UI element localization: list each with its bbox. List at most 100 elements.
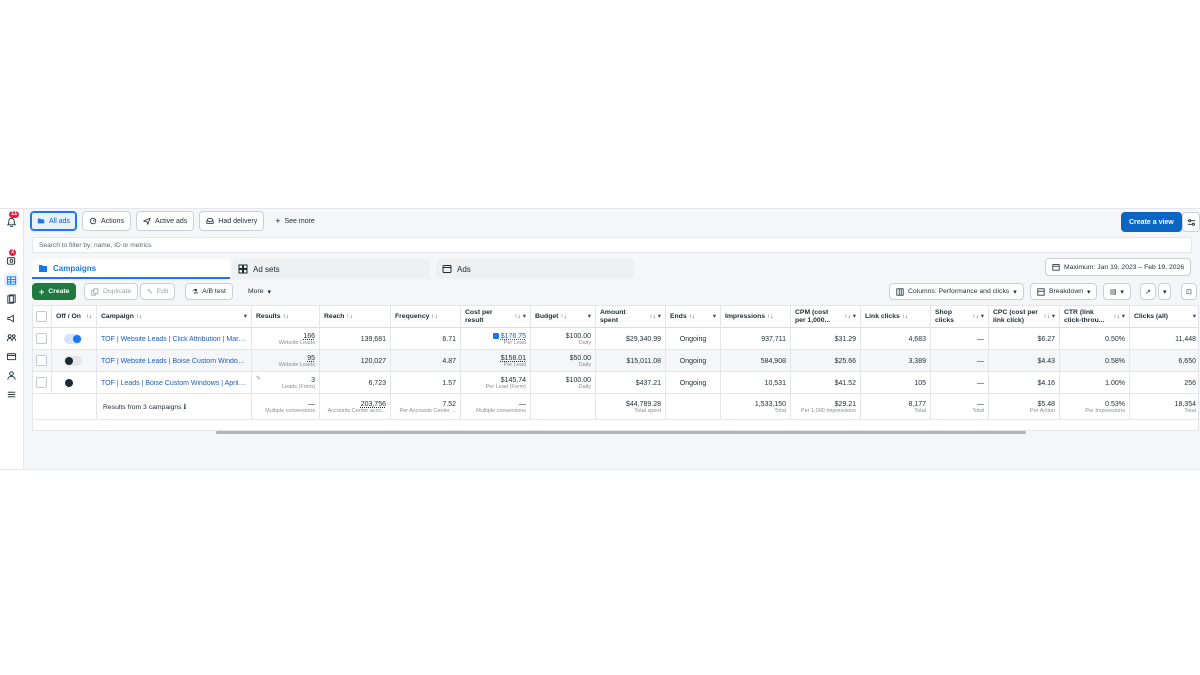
header-campaign[interactable]: Campaign ↑↓ ▾ [97,306,252,328]
row-checkbox[interactable] [36,333,47,344]
account-alerts-icon[interactable]: 2 [4,249,18,267]
edit-pencil-icon[interactable]: ✎ [256,375,261,382]
reports-dropdown[interactable]: ▤ ▾ [1103,283,1131,300]
campaign-toggle[interactable] [64,378,82,388]
sort-icon[interactable]: ↑↓ [560,313,567,320]
header-frequency[interactable]: Frequency ↑↓ [391,306,461,328]
sort-icon[interactable]: ↑↓ ▾ [844,313,856,321]
edit-button[interactable]: ✎ Edit [140,283,176,300]
cpr-value[interactable]: $176.75 [501,333,526,340]
sort-icon[interactable]: ↑↓ ▾ [1043,313,1055,321]
table-row[interactable]: TOF | Website Leads | Click Attribution … [33,328,1198,350]
chevron-down-icon[interactable]: ▾ [244,313,247,321]
header-clicks-all[interactable]: Clicks (all) ▾ [1130,306,1198,328]
sort-icon[interactable]: ↑↓ ▾ [649,313,661,321]
table-row[interactable]: TOF | Leads | Boise Custom Windows | Apr… [33,372,1198,394]
notifications-icon[interactable]: 11 [4,211,20,229]
row-checkbox[interactable] [36,355,47,366]
row-checkbox[interactable] [36,377,47,388]
ab-test-button[interactable]: ⚗ A/B test [185,283,233,300]
header-amount-spent[interactable]: Amount spent ↑↓ ▾ [596,306,666,328]
horizontal-scrollbar[interactable] [216,431,1026,434]
duplicate-button[interactable]: Duplicate [84,283,139,300]
create-button[interactable]: + Create [32,283,77,300]
header-cpc[interactable]: CPC (cost per link click) ↑↓ ▾ [989,306,1060,328]
row-select-cell [33,372,52,394]
filter-settings-button[interactable] [1182,212,1200,232]
billing-card-icon[interactable] [4,349,18,363]
header-cost-per-result[interactable]: Cost per result ↑↓ ▾ [461,306,531,328]
sort-icon[interactable]: ↑↓ [431,313,438,320]
header-results[interactable]: Results ↑↓ [252,306,320,328]
search-filter-input[interactable]: Search to filter by: name, ID or metrics [32,237,1192,253]
actions-chip[interactable]: Actions [82,211,131,231]
campaign-name-link[interactable]: TOF | Leads | Boise Custom Windows | Apr… [101,380,247,387]
totals-budget-cell [531,394,596,420]
header-off-on[interactable]: Off / On ↑↓ [52,306,97,328]
columns-dropdown[interactable]: Columns: Performance and clicks ▾ [889,283,1024,300]
campaign-name-link[interactable]: TOF | Website Leads | Click Attribution … [101,336,247,343]
tab-ads[interactable]: Ads [436,259,634,279]
date-range-picker[interactable]: Maximum: Jan 19, 2023 – Feb 19, 2026 [1045,258,1192,276]
more-button[interactable]: More ▾ [242,283,277,300]
menu-icon[interactable] [4,387,18,401]
header-budget[interactable]: Budget ↑↓ ▾ [531,306,596,328]
results-value: 166 [303,332,315,340]
header-reach[interactable]: Reach ↑↓ [320,306,391,328]
audiences-icon[interactable] [4,330,18,344]
pages-icon[interactable] [4,292,18,306]
breakdown-dropdown[interactable]: Breakdown ▾ [1030,283,1098,300]
header-ctr[interactable]: CTR (link click-throu... ↑↓ ▾ [1060,306,1130,328]
sort-icon[interactable]: ↑↓ [86,313,93,321]
sort-icon[interactable]: ↑↓ [689,313,696,320]
had-delivery-chip[interactable]: Had delivery [199,211,265,231]
see-more-button[interactable]: + See more [269,211,321,231]
sort-icon[interactable]: ↑↓ [282,313,289,320]
header-cpm[interactable]: CPM (cost per 1,000... ↑↓ ▾ [791,306,861,328]
chevron-down-icon[interactable]: ▾ [713,313,716,321]
chart-toggle-button[interactable]: ⊡ [1181,283,1197,300]
active-ads-chip[interactable]: Active ads [135,211,195,231]
spent-value: $437.21 [635,379,661,387]
header-shop-clicks[interactable]: Shop clicks ↑↓ ▾ [931,306,989,328]
campaign-name-cell: TOF | Website Leads | Boise Custom Windo… [97,350,252,372]
campaign-toggle[interactable] [64,356,82,366]
info-icon[interactable]: ℹ [183,404,186,411]
linkclicks-value: 3,389 [908,357,926,365]
chevron-down-icon[interactable]: ▾ [1193,313,1196,321]
campaign-name-link[interactable]: TOF | Website Leads | Boise Custom Windo… [101,358,247,365]
results-cell: 95 Website Leads [252,350,320,372]
chevron-down-icon: ▾ [1013,288,1017,296]
chevron-down-icon[interactable]: ▾ [588,313,591,321]
sort-icon[interactable]: ↑↓ [136,313,143,320]
sort-icon[interactable]: ↑↓ ▾ [1113,313,1125,321]
sort-icon[interactable]: ↑↓ ▾ [972,313,984,321]
linkclicks-value: 4,683 [908,335,926,343]
select-all-checkbox[interactable] [36,311,47,322]
totals-clicksall: 18,354 [1174,400,1196,408]
cpc-cell: $4.16 [989,372,1060,394]
sort-icon[interactable]: ↑↓ [767,313,774,320]
export-button[interactable]: ↗ [1140,283,1156,300]
sort-icon[interactable]: ↑↓ ▾ [514,313,526,321]
header-link-clicks[interactable]: Link clicks ↑↓ [861,306,931,328]
sort-icon[interactable]: ↑↓ [902,313,909,320]
settings-people-icon[interactable] [4,368,18,382]
table-icon[interactable] [4,273,18,287]
campaign-toggle[interactable] [64,334,82,344]
impressions-cell: 584,908 [721,350,791,372]
create-view-button[interactable]: Create a view [1121,212,1182,232]
table-row[interactable]: TOF | Website Leads | Boise Custom Windo… [33,350,1198,372]
results-cell: 166 Website Leads [252,328,320,350]
campaign-megaphone-icon[interactable] [4,311,18,325]
totals-shopclicks-cell: — Total [931,394,989,420]
export-options-dropdown[interactable]: ▾ [1158,283,1172,300]
tab-campaigns[interactable]: Campaigns [32,259,230,279]
tab-ad-sets[interactable]: Ad sets [232,259,430,279]
all-ads-chip[interactable]: All ads [30,211,78,231]
clicksall-value: 256 [1184,379,1196,387]
header-impressions[interactable]: Impressions ↑↓ [721,306,791,328]
sort-icon[interactable]: ↑↓ [346,313,353,320]
ctr-cell: 0.58% [1060,350,1130,372]
header-ends[interactable]: Ends ↑↓ ▾ [666,306,721,328]
